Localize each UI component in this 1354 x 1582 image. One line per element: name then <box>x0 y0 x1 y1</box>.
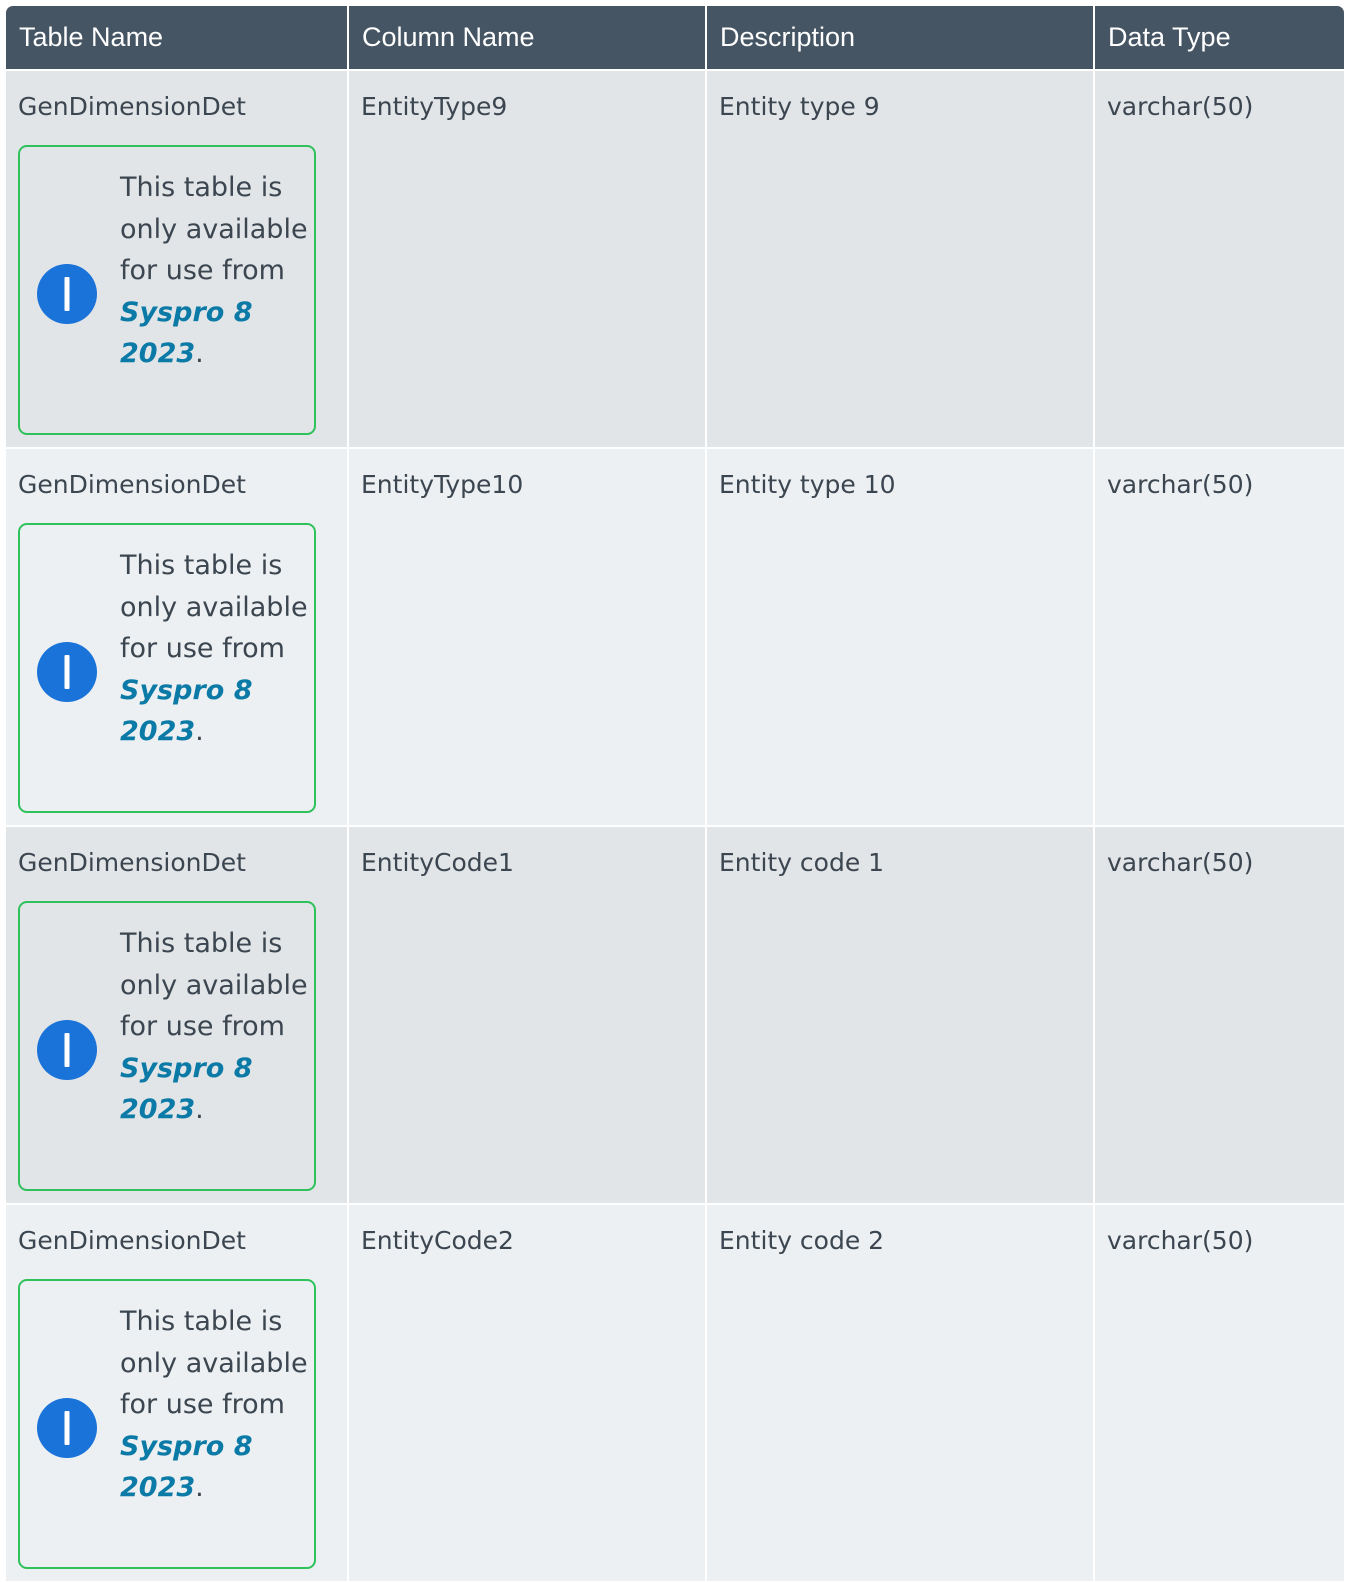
description-text: Entity code 1 <box>719 848 885 877</box>
cell-data-type: varchar(50) <box>1095 69 1344 447</box>
version-label: Syspro 8 2023 <box>120 296 253 370</box>
header-column-name: Column Name <box>349 6 707 69</box>
cell-table-name: GenDimensionDet This table is only avail… <box>6 1203 349 1581</box>
cell-data-type: varchar(50) <box>1095 1203 1344 1581</box>
table-name-text: GenDimensionDet <box>18 470 246 499</box>
version-label: Syspro 8 2023 <box>120 674 253 748</box>
note-suffix: . <box>195 338 204 369</box>
header-description: Description <box>707 6 1095 69</box>
description-text: Entity code 2 <box>719 1226 885 1255</box>
cell-column-name: EntityCode1 <box>349 825 707 1203</box>
table-name-text: GenDimensionDet <box>18 848 246 877</box>
data-type-text: varchar(50) <box>1107 1226 1254 1255</box>
info-icon <box>37 264 97 324</box>
header-table-name: Table Name <box>6 6 349 69</box>
data-type-text: varchar(50) <box>1107 92 1254 121</box>
note-suffix: . <box>195 716 204 747</box>
cell-description: Entity code 1 <box>707 825 1095 1203</box>
description-text: Entity type 10 <box>719 470 896 499</box>
column-name-text: EntityCode2 <box>361 1226 514 1255</box>
info-icon <box>37 642 97 702</box>
version-label: Syspro 8 2023 <box>120 1430 253 1504</box>
table-name-text: GenDimensionDet <box>18 92 246 121</box>
cell-description: Entity type 9 <box>707 69 1095 447</box>
availability-note: This table is only available for use fro… <box>18 901 316 1191</box>
schema-table: Table Name Column Name Description Data … <box>6 6 1344 1581</box>
cell-column-name: EntityType9 <box>349 69 707 447</box>
cell-data-type: varchar(50) <box>1095 825 1344 1203</box>
header-data-type: Data Type <box>1095 6 1344 69</box>
column-name-text: EntityCode1 <box>361 848 514 877</box>
availability-note: This table is only available for use fro… <box>18 145 316 435</box>
table-row: GenDimensionDet This table is only avail… <box>6 69 1344 447</box>
column-name-text: EntityType9 <box>361 92 508 121</box>
cell-column-name: EntityType10 <box>349 447 707 825</box>
table-row: GenDimensionDet This table is only avail… <box>6 1203 1344 1581</box>
info-icon <box>37 1398 97 1458</box>
cell-table-name: GenDimensionDet This table is only avail… <box>6 825 349 1203</box>
table-row: GenDimensionDet This table is only avail… <box>6 825 1344 1203</box>
data-type-text: varchar(50) <box>1107 470 1254 499</box>
note-text: This table is only available for use fro… <box>120 1306 308 1420</box>
availability-note: This table is only available for use fro… <box>18 523 316 813</box>
info-icon <box>37 1020 97 1080</box>
note-suffix: . <box>195 1094 204 1125</box>
cell-table-name: GenDimensionDet This table is only avail… <box>6 69 349 447</box>
cell-column-name: EntityCode2 <box>349 1203 707 1581</box>
availability-note: This table is only available for use fro… <box>18 1279 316 1569</box>
cell-data-type: varchar(50) <box>1095 447 1344 825</box>
table-row: GenDimensionDet This table is only avail… <box>6 447 1344 825</box>
data-type-text: varchar(50) <box>1107 848 1254 877</box>
note-text: This table is only available for use fro… <box>120 172 308 286</box>
column-name-text: EntityType10 <box>361 470 524 499</box>
cell-description: Entity code 2 <box>707 1203 1095 1581</box>
note-text: This table is only available for use fro… <box>120 928 308 1042</box>
table-header-row: Table Name Column Name Description Data … <box>6 6 1344 69</box>
version-label: Syspro 8 2023 <box>120 1052 253 1126</box>
note-suffix: . <box>195 1472 204 1503</box>
cell-table-name: GenDimensionDet This table is only avail… <box>6 447 349 825</box>
cell-description: Entity type 10 <box>707 447 1095 825</box>
description-text: Entity type 9 <box>719 92 880 121</box>
note-text: This table is only available for use fro… <box>120 550 308 664</box>
table-name-text: GenDimensionDet <box>18 1226 246 1255</box>
